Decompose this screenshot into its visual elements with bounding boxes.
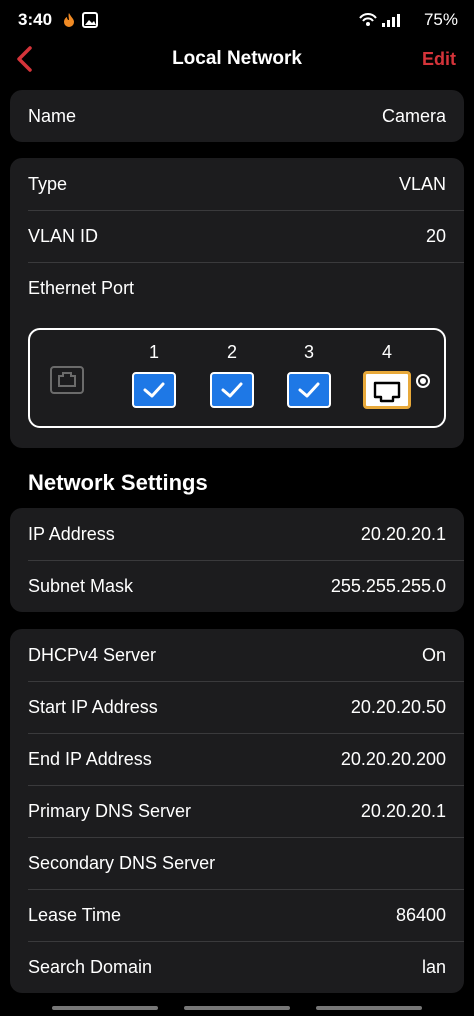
name-label: Name	[28, 105, 77, 126]
ethernet-port-row: Ethernet Port	[10, 262, 464, 314]
dhcp-server-label: DHCPv4 Server	[28, 644, 157, 665]
port-1-label: 1	[148, 342, 159, 362]
page-title: Local Network	[172, 48, 302, 69]
type-label: Type	[28, 173, 68, 194]
dhcp-server-row[interactable]: DHCPv4 Server On	[10, 629, 464, 681]
subnet-mask-label: Subnet Mask	[28, 575, 134, 596]
ip-address-value: 20.20.20.1	[360, 523, 446, 544]
gallery-icon	[82, 12, 98, 28]
ip-address-row[interactable]: IP Address 20.20.20.1	[10, 508, 464, 560]
lease-time-label: Lease Time	[28, 904, 122, 925]
edit-button[interactable]: Edit	[422, 49, 456, 70]
name-card: Name Camera	[10, 90, 464, 142]
status-bar: 3:40 75%	[0, 0, 474, 40]
gesture-handle	[184, 1006, 290, 1010]
port-indicator-dot	[416, 374, 430, 388]
start-ip-label: Start IP Address	[28, 696, 158, 717]
subnet-mask-row[interactable]: Subnet Mask 255.255.255.0	[10, 560, 464, 612]
ethernet-port-label: Ethernet Port	[28, 277, 135, 298]
secondary-dns-row[interactable]: Secondary DNS Server	[10, 837, 464, 889]
port-3-checkbox[interactable]	[287, 372, 331, 408]
name-value: Camera	[381, 105, 446, 126]
port-1-checkbox[interactable]	[132, 372, 176, 408]
end-ip-label: End IP Address	[28, 748, 152, 769]
end-ip-value: 20.20.20.200	[340, 748, 446, 769]
secondary-dns-label: Secondary DNS Server	[28, 852, 216, 873]
port-4-label: 4	[381, 342, 392, 362]
primary-dns-label: Primary DNS Server	[28, 800, 192, 821]
ethernet-port-icon	[373, 381, 401, 403]
checkmark-icon	[143, 382, 165, 398]
type-value: VLAN	[398, 173, 446, 194]
dhcp-server-value: On	[421, 644, 446, 665]
search-domain-row[interactable]: Search Domain lan	[10, 941, 464, 993]
wifi-signal-icon	[359, 13, 400, 27]
vlan-id-label: VLAN ID	[28, 225, 99, 246]
port-3-label: 3	[303, 342, 314, 362]
network-settings-title: Network Settings	[28, 470, 208, 495]
search-domain-value: lan	[421, 956, 446, 977]
port-2-checkbox[interactable]	[210, 372, 254, 408]
dhcp-card: DHCPv4 Server On Start IP Address 20.20.…	[10, 629, 464, 993]
checkmark-icon	[298, 382, 320, 398]
type-row[interactable]: Type VLAN	[10, 158, 464, 210]
fire-icon	[64, 13, 74, 27]
vlan-id-row[interactable]: VLAN ID 20	[10, 210, 464, 262]
primary-dns-value: 20.20.20.1	[360, 800, 446, 821]
nav-bar: Local Network Edit	[0, 40, 474, 80]
search-domain-label: Search Domain	[28, 956, 153, 977]
uplink-port-icon	[50, 366, 84, 394]
lease-time-row[interactable]: Lease Time 86400	[10, 889, 464, 941]
end-ip-row[interactable]: End IP Address 20.20.20.200	[10, 733, 464, 785]
port-2-label: 2	[226, 342, 237, 362]
battery-level: 75%	[423, 10, 458, 29]
gesture-handle	[316, 1006, 422, 1010]
name-row[interactable]: Name Camera	[10, 90, 464, 142]
checkmark-icon	[221, 382, 243, 398]
subnet-mask-value: 255.255.255.0	[330, 575, 446, 596]
vlan-card: Type VLAN VLAN ID 20 Ethernet Port 1 2 3…	[10, 158, 464, 448]
gesture-handle	[52, 1006, 158, 1010]
vlan-id-value: 20	[425, 225, 446, 246]
start-ip-value: 20.20.20.50	[350, 696, 446, 717]
ethernet-port-panel: 1 2 3 4	[28, 328, 446, 428]
status-time: 3:40	[18, 10, 53, 29]
start-ip-row[interactable]: Start IP Address 20.20.20.50	[10, 681, 464, 733]
port-4-ethernet[interactable]	[363, 371, 411, 409]
ip-card: IP Address 20.20.20.1 Subnet Mask 255.25…	[10, 508, 464, 612]
lease-time-value: 86400	[395, 904, 446, 925]
ip-address-label: IP Address	[28, 523, 115, 544]
primary-dns-row[interactable]: Primary DNS Server 20.20.20.1	[10, 785, 464, 837]
